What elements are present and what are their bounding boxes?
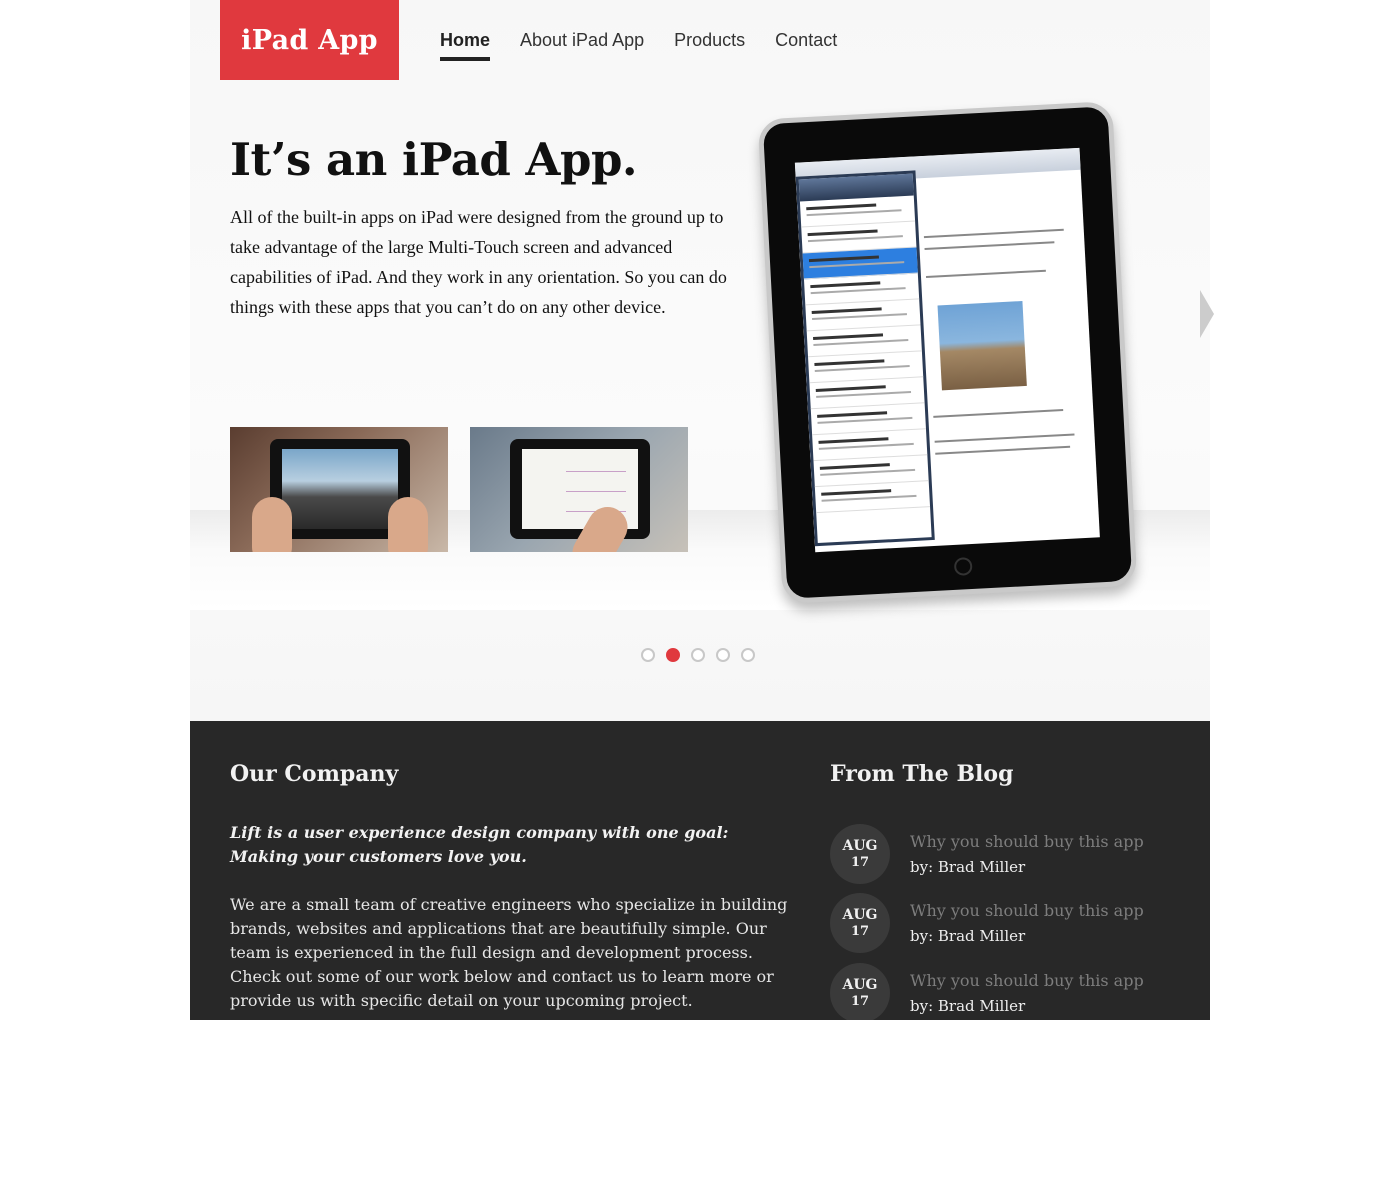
slider-dot[interactable]	[691, 648, 705, 662]
date-day: 17	[850, 855, 870, 870]
nav-about[interactable]: About iPad App	[520, 30, 644, 61]
mail-inbox-list	[795, 170, 935, 547]
racing-game-screen	[282, 449, 398, 529]
ipad-home-button	[953, 557, 973, 576]
mini-ipad-image	[510, 439, 650, 539]
date-day: 17	[850, 994, 870, 1009]
mail-text-line	[924, 241, 1055, 251]
date-month: AUG	[842, 977, 878, 993]
racing-game-thumbnail[interactable]	[230, 427, 448, 552]
date-month: AUG	[842, 838, 878, 854]
page: iPad App Home About iPad App Products Co…	[190, 0, 1214, 1020]
mail-text-line	[934, 433, 1075, 443]
company-heading: Our Company	[230, 761, 399, 787]
mail-row	[814, 481, 931, 514]
blog-post: AUG 17 Why you should buy this app by: B…	[830, 963, 1190, 1020]
slider-pagination	[641, 648, 755, 662]
company-lead: Lift is a user experience design company…	[230, 823, 729, 866]
mail-photo	[937, 301, 1027, 391]
hero-section: iPad App Home About iPad App Products Co…	[190, 0, 1214, 721]
slider-dot[interactable]	[741, 648, 755, 662]
date-month: AUG	[842, 907, 878, 923]
date-day: 17	[850, 924, 870, 939]
blog-post-author: by: Brad Miller	[910, 927, 1026, 945]
hero-description: All of the built-in apps on iPad were de…	[230, 207, 727, 317]
hero-title: It’s an iPad App.	[230, 133, 638, 186]
footer-section: Our Company Lift is a user experience de…	[190, 721, 1210, 1020]
left-hand-image	[252, 497, 292, 552]
mail-text-line	[933, 409, 1064, 418]
company-body: We are a small team of creative engineer…	[230, 895, 788, 1010]
slider-dot[interactable]	[666, 648, 680, 662]
blog-post-title[interactable]: Why you should buy this app	[910, 832, 1144, 851]
writing-app-thumbnail[interactable]	[470, 427, 688, 552]
slider-dot[interactable]	[641, 648, 655, 662]
mail-text-line	[925, 269, 1046, 279]
main-nav: Home About iPad App Products Contact	[440, 30, 837, 61]
blog-heading: From The Blog	[830, 761, 1014, 787]
ipad-mail-screen	[794, 147, 1100, 553]
writing-line	[566, 491, 626, 492]
mail-text-line	[923, 228, 1064, 239]
blog-post: AUG 17 Why you should buy this app by: B…	[830, 824, 1190, 884]
nav-contact[interactable]: Contact	[775, 30, 837, 61]
blog-post-title[interactable]: Why you should buy this app	[910, 971, 1144, 990]
date-badge: AUG 17	[830, 893, 890, 953]
ipad-device-image	[757, 101, 1138, 604]
nav-products[interactable]: Products	[674, 30, 745, 61]
blog-post-title[interactable]: Why you should buy this app	[910, 901, 1144, 920]
nav-home[interactable]: Home	[440, 30, 491, 61]
mail-text-line	[935, 445, 1071, 455]
blog-post-author: by: Brad Miller	[910, 997, 1026, 1015]
blog-post-author: by: Brad Miller	[910, 858, 1026, 876]
blog-post: AUG 17 Why you should buy this app by: B…	[830, 893, 1190, 953]
slider-dot[interactable]	[716, 648, 730, 662]
date-badge: AUG 17	[830, 824, 890, 884]
writing-line	[566, 471, 626, 472]
right-hand-image	[388, 497, 428, 552]
next-slide-arrow-icon[interactable]	[1200, 290, 1214, 338]
date-badge: AUG 17	[830, 963, 890, 1020]
site-logo[interactable]: iPad App	[220, 0, 399, 80]
